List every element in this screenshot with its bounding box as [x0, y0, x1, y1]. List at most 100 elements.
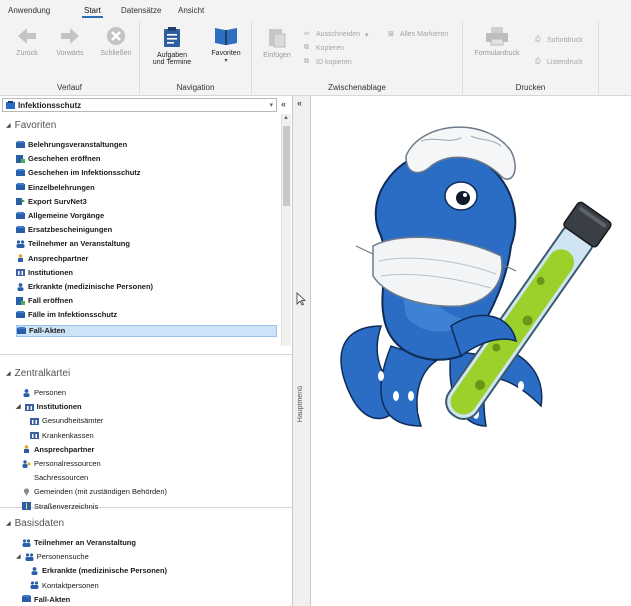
tree-item[interactable]: Einzelbelehrungen: [16, 183, 95, 192]
new-record-icon: [16, 154, 25, 163]
module-selector[interactable]: Infektionsschutz ▾: [2, 98, 277, 112]
tree-item-label: Sachressourcen: [34, 473, 89, 483]
main-menu-strip: « Hauptmenü: [293, 96, 311, 606]
tree-item-label: Export SurvNet3: [28, 196, 87, 206]
clipboard-icon: [164, 27, 180, 47]
tree-item[interactable]: Gemeinden (mit zuständigen Behörden): [22, 487, 167, 496]
tree-item[interactable]: Institutionen: [16, 268, 73, 277]
person-icon: [16, 282, 25, 291]
tree-item[interactable]: Teilnehmer an Veranstaltung: [22, 538, 136, 547]
mouse-cursor-icon: [296, 292, 306, 306]
tree-item-label: Fälle im Infektionsschutz: [28, 310, 118, 320]
tree-item-label: Institutionen: [28, 267, 73, 277]
forward-button[interactable]: Vorwärts: [50, 26, 90, 57]
tree-item[interactable]: Krankenkassen: [30, 431, 94, 440]
select-all-button[interactable]: ⊠ Alles Markieren: [388, 30, 448, 39]
tree-item[interactable]: Erkrankte (medizinische Personen): [30, 566, 167, 575]
list-print-label: Listendruck: [547, 59, 583, 66]
section-header[interactable]: ◢ Zentralkartei: [6, 368, 70, 379]
tree-item[interactable]: Gesundheitsämter: [30, 416, 103, 425]
person-icon: [30, 566, 39, 575]
tree-item-label: Ansprechpartner: [28, 253, 89, 263]
expand-caret-icon[interactable]: ◢: [16, 403, 21, 410]
tree-item[interactable]: Belehrungsveranstaltungen: [16, 140, 127, 149]
list-print-button[interactable]: ⎙ Listendruck: [535, 58, 583, 67]
favoriten-button[interactable]: Favoriten ▾: [204, 26, 248, 64]
section-header[interactable]: ◢ Favoriten: [6, 120, 56, 131]
people-group-icon: [16, 240, 25, 248]
expand-caret-icon[interactable]: ◢: [6, 122, 11, 129]
tree-item-label: Fall eröffnen: [28, 296, 74, 306]
tree-item[interactable]: Kontaktpersonen: [30, 581, 99, 590]
person-icon: [22, 388, 31, 397]
tree-item[interactable]: ◢ Personensuche: [16, 552, 89, 561]
tab-datensaetze[interactable]: Datensätze: [121, 6, 161, 15]
folder-stack-icon: [17, 326, 26, 335]
tree-item[interactable]: ◢ Institutionen: [16, 402, 82, 411]
folder-stack-icon: [16, 183, 25, 191]
expand-caret-icon[interactable]: ◢: [6, 370, 11, 377]
group-verlauf: Zurück Vorwärts Schließen Verlauf: [0, 22, 140, 94]
tree-item[interactable]: Fall-Akten: [16, 324, 277, 337]
tree-item[interactable]: Ansprechpartner: [16, 254, 88, 263]
cut-label: Ausschneiden: [316, 31, 360, 38]
tree-item[interactable]: Fall-Akten: [22, 595, 70, 604]
copy-button[interactable]: ⧉ Kopieren: [304, 44, 344, 53]
ribbon: Anwendung Start Datensätze Ansicht Zurüc…: [0, 0, 631, 96]
cut-button[interactable]: ✂ Ausschneiden ▾: [304, 30, 369, 39]
tree-item[interactable]: Geschehen eröffnen: [16, 154, 101, 163]
tree-item[interactable]: Personen: [22, 388, 66, 397]
group-label-verlauf: Verlauf: [57, 83, 82, 92]
section-title: Basisdaten: [14, 518, 65, 529]
main-menu-label[interactable]: Hauptmenü: [297, 386, 304, 422]
tree-item[interactable]: Export SurvNet3: [16, 197, 87, 206]
expand-caret-icon[interactable]: ◢: [16, 553, 21, 560]
tree-item-label: Geschehen eröffnen: [28, 154, 101, 164]
tree-item-label: Gesundheitsämter: [42, 416, 104, 426]
instant-print-button[interactable]: ⎙ Sofortdruck: [535, 36, 583, 45]
navigator-collapse-button[interactable]: «: [281, 99, 286, 109]
tree-item-label: Institutionen: [36, 402, 82, 412]
tree-item-label: Erkrankte (medizinische Personen): [42, 566, 168, 576]
tree-item[interactable]: Ansprechpartner: [22, 445, 94, 454]
aufgaben-termine-button[interactable]: Aufgaben und Termine: [146, 26, 198, 66]
printer-list-icon: ⎙: [535, 58, 541, 65]
strip-collapse-button[interactable]: «: [297, 98, 302, 108]
contact-person-icon: [16, 254, 25, 263]
form-print-button[interactable]: Formulardruck: [467, 26, 527, 57]
tree-item[interactable]: Personalressourcen: [22, 459, 101, 468]
tree-item[interactable]: Allgemeine Vorgänge: [16, 211, 104, 220]
tree-item[interactable]: Teilnehmer an Veranstaltung: [16, 239, 130, 248]
tree-item[interactable]: Fälle im Infektionsschutz: [16, 310, 117, 319]
tree-item-label: Kontaktpersonen: [42, 580, 99, 590]
tree-item-label: Gemeinden (mit zuständigen Behörden): [34, 487, 167, 497]
section-header[interactable]: ◢ Basisdaten: [6, 518, 64, 529]
module-selector-value: Infektionsschutz: [18, 100, 82, 110]
street-icon: [22, 502, 31, 511]
export-icon: [16, 197, 25, 206]
arrow-left-icon: [18, 28, 36, 44]
tree-item[interactable]: Fall eröffnen: [16, 296, 73, 305]
tree-item-label: Erkrankte (medizinische Personen): [28, 282, 154, 291]
book-icon: [215, 28, 237, 45]
instant-print-label: Sofortdruck: [547, 37, 583, 44]
copy-id-button[interactable]: ⧉ ID kopieren: [304, 58, 352, 67]
back-button[interactable]: Zurück: [10, 26, 44, 57]
tab-anwendung[interactable]: Anwendung: [8, 6, 50, 15]
folder-stack-icon: [16, 211, 25, 220]
tab-start[interactable]: Start: [82, 6, 103, 18]
tree-item[interactable]: Geschehen im Infektionsschutz: [16, 168, 141, 177]
tree-item[interactable]: Sachressourcen: [22, 473, 88, 482]
tree-item[interactable]: Ersatzbescheinigungen: [16, 225, 112, 234]
section-separator: [0, 354, 293, 355]
tree-item-label: Ersatzbescheinigungen: [28, 225, 113, 235]
tree-item[interactable]: Straßenverzeichnis: [22, 502, 98, 511]
tree-item[interactable]: Erkrankte (medizinische Personen): [16, 282, 153, 291]
expand-caret-icon[interactable]: ◢: [6, 520, 11, 527]
printer-small-icon: ⎙: [535, 36, 541, 43]
close-button[interactable]: Schließen: [96, 26, 136, 57]
tab-ansicht[interactable]: Ansicht: [178, 6, 204, 15]
copy-id-label: ID kopieren: [316, 59, 352, 66]
paste-button[interactable]: Einfügen: [258, 26, 296, 59]
content-area: [311, 96, 631, 606]
